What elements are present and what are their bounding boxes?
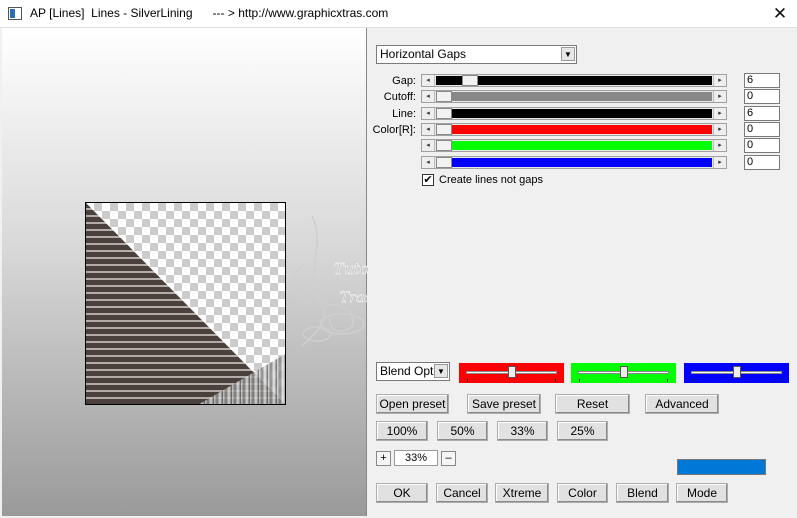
- zoom-100-button[interactable]: 100%: [376, 421, 428, 441]
- chevron-down-icon: ▼: [561, 47, 575, 61]
- slider-thumb[interactable]: [508, 366, 516, 378]
- color-b-value-field[interactable]: 0: [744, 155, 780, 170]
- app-icon: [8, 7, 22, 20]
- gap-slider-fill-left: [436, 76, 462, 85]
- color-r-value-field[interactable]: 0: [744, 122, 780, 137]
- ok-button[interactable]: OK: [376, 483, 428, 503]
- color-g-value-field[interactable]: 0: [744, 138, 780, 153]
- mode-select-value: Horizontal Gaps: [380, 47, 467, 61]
- color-g-slider-fill: [452, 141, 712, 150]
- zoom-level-field[interactable]: 33%: [394, 450, 438, 466]
- create-lines-checkbox[interactable]: ✔: [422, 174, 434, 186]
- gap-slider-fill: [478, 76, 712, 85]
- open-preset-button[interactable]: Open preset: [376, 394, 449, 414]
- color-r-label: Color[R]:: [372, 124, 416, 136]
- cutoff-label: Cutoff:: [383, 91, 416, 103]
- scroll-left-icon[interactable]: ◂: [422, 124, 435, 135]
- color-indicator[interactable]: [677, 459, 766, 475]
- scroll-right-icon[interactable]: ▸: [713, 140, 726, 151]
- color-button[interactable]: Color: [557, 483, 608, 503]
- color-r-slider-fill: [452, 125, 712, 134]
- mode-button[interactable]: Mode: [676, 483, 728, 503]
- slider-tick: [692, 379, 693, 382]
- color-r-slider[interactable]: ◂ ▸: [421, 123, 727, 136]
- zoom-in-button[interactable]: +: [376, 451, 391, 466]
- green-blend-slider[interactable]: [571, 363, 676, 383]
- blend-options-select[interactable]: Blend Optio ▼: [376, 362, 450, 381]
- gap-slider-thumb[interactable]: [462, 75, 478, 86]
- mode-select[interactable]: Horizontal Gaps ▼: [376, 45, 577, 64]
- preview-pane: Tuto by Le Monde de Bea Traduzido by Nil…: [2, 28, 530, 516]
- slider-tick: [667, 379, 668, 382]
- cutoff-slider[interactable]: ◂ ▸: [421, 90, 727, 103]
- color-b-slider-fill: [452, 158, 712, 167]
- gap-slider[interactable]: ◂ ▸: [421, 74, 727, 87]
- blue-blend-slider[interactable]: [684, 363, 789, 383]
- slider-tick: [555, 379, 556, 382]
- scroll-right-icon[interactable]: ▸: [713, 108, 726, 119]
- color-g-slider[interactable]: ◂ ▸: [421, 139, 727, 152]
- reset-button[interactable]: Reset: [555, 394, 630, 414]
- title-bar: AP [Lines] Lines - SilverLining --- > ht…: [0, 0, 797, 28]
- preview-image[interactable]: [85, 202, 286, 405]
- color-g-slider-thumb[interactable]: [436, 140, 452, 151]
- line-slider-fill: [452, 109, 712, 118]
- scroll-right-icon[interactable]: ▸: [713, 91, 726, 102]
- scroll-left-icon[interactable]: ◂: [422, 140, 435, 151]
- xtreme-button[interactable]: Xtreme: [495, 483, 549, 503]
- slider-thumb[interactable]: [733, 366, 741, 378]
- close-button[interactable]: ✕: [766, 2, 794, 26]
- scroll-left-icon[interactable]: ◂: [422, 75, 435, 86]
- blend-button[interactable]: Blend: [616, 483, 669, 503]
- scroll-left-icon[interactable]: ◂: [422, 91, 435, 102]
- line-value-field[interactable]: 6: [744, 106, 780, 121]
- advanced-button[interactable]: Advanced: [645, 394, 719, 414]
- line-slider[interactable]: ◂ ▸: [421, 107, 727, 120]
- checkmark-icon: ✔: [423, 174, 433, 186]
- window-title: AP [Lines] Lines - SilverLining --- > ht…: [30, 6, 389, 20]
- chevron-down-icon: ▼: [434, 364, 448, 378]
- scroll-left-icon[interactable]: ◂: [422, 157, 435, 168]
- cutoff-value-field[interactable]: 0: [744, 89, 780, 104]
- color-r-slider-thumb[interactable]: [436, 124, 452, 135]
- color-b-slider[interactable]: ◂ ▸: [421, 156, 727, 169]
- slider-tick: [467, 379, 468, 382]
- cancel-button[interactable]: Cancel: [436, 483, 488, 503]
- zoom-33-button[interactable]: 33%: [497, 421, 548, 441]
- gap-label: Gap:: [392, 75, 416, 87]
- slider-thumb[interactable]: [620, 366, 628, 378]
- controls-panel: Horizontal Gaps ▼ ✔ Create lines not gap…: [370, 28, 797, 518]
- zoom-50-button[interactable]: 50%: [437, 421, 488, 441]
- zoom-25-button[interactable]: 25%: [557, 421, 608, 441]
- slider-tick: [780, 379, 781, 382]
- gap-value-field[interactable]: 6: [744, 73, 780, 88]
- scroll-right-icon[interactable]: ▸: [713, 75, 726, 86]
- scroll-left-icon[interactable]: ◂: [422, 108, 435, 119]
- color-b-slider-thumb[interactable]: [436, 157, 452, 168]
- zoom-out-button[interactable]: –: [441, 451, 456, 466]
- scroll-right-icon[interactable]: ▸: [713, 124, 726, 135]
- save-preset-button[interactable]: Save preset: [467, 394, 541, 414]
- cutoff-slider-fill: [452, 92, 712, 101]
- line-label: Line:: [392, 108, 416, 120]
- create-lines-label: Create lines not gaps: [439, 174, 543, 186]
- red-blend-slider[interactable]: [459, 363, 564, 383]
- line-slider-thumb[interactable]: [436, 108, 452, 119]
- scroll-right-icon[interactable]: ▸: [713, 157, 726, 168]
- cutoff-slider-thumb[interactable]: [436, 91, 452, 102]
- slider-tick: [579, 379, 580, 382]
